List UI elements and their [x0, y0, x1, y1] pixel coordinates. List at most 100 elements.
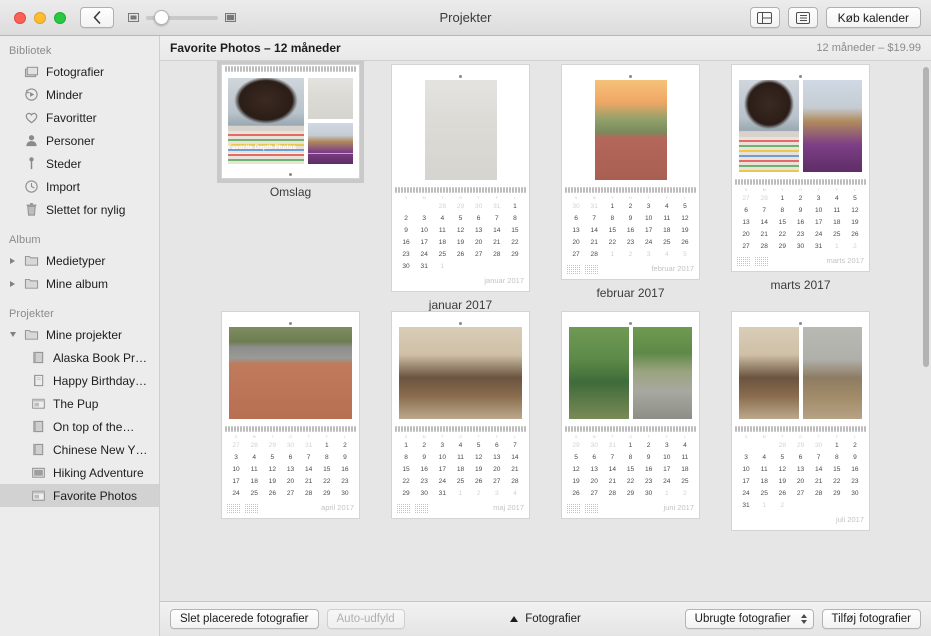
- calendar-day-cell[interactable]: 31: [737, 500, 755, 512]
- calendar-day-cell[interactable]: 4: [658, 201, 676, 213]
- calendar-day-cell[interactable]: 6: [567, 213, 585, 225]
- calendar-day-cell[interactable]: 1: [755, 500, 773, 512]
- calendar-day-cell[interactable]: 24: [737, 488, 755, 500]
- calendar-day-cell[interactable]: 8: [318, 452, 336, 464]
- calendar-day-cell[interactable]: 24: [658, 476, 676, 488]
- calendar-day-cell[interactable]: 11: [245, 464, 263, 476]
- calendar-day-cell[interactable]: 5: [676, 249, 694, 261]
- photo-dog-in-water[interactable]: [632, 327, 692, 419]
- calendar-day-cell[interactable]: 2: [621, 201, 639, 213]
- calendar-day-cell[interactable]: 31: [415, 261, 433, 273]
- calendar-day-cell[interactable]: 4: [245, 452, 263, 464]
- calendar-day-cell[interactable]: 2: [773, 500, 791, 512]
- calendar-day-cell[interactable]: 1: [773, 193, 791, 205]
- photo-dog-in-hood[interactable]: [739, 327, 799, 419]
- calendar-day-cell[interactable]: 2: [846, 440, 864, 452]
- sidebar-item-chinese-new-y[interactable]: Chinese New Y…: [0, 438, 159, 461]
- calendar-day-cell[interactable]: 31: [433, 488, 451, 500]
- calendar-day-cell[interactable]: 26: [470, 476, 488, 488]
- calendar-day-cell[interactable]: 9: [415, 452, 433, 464]
- calendar-day-cell[interactable]: 1: [828, 440, 846, 452]
- calendar-day-cell[interactable]: 29: [791, 440, 809, 452]
- calendar-day-cell[interactable]: 17: [658, 464, 676, 476]
- calendar-day-cell[interactable]: 5: [451, 213, 469, 225]
- calendar-day-cell[interactable]: 1: [397, 440, 415, 452]
- calendar-day-cell[interactable]: 18: [433, 237, 451, 249]
- calendar-day-cell[interactable]: 19: [470, 464, 488, 476]
- calendar-day-cell[interactable]: 4: [676, 440, 694, 452]
- calendar-day-cell[interactable]: 16: [640, 464, 658, 476]
- calendar-day-cell[interactable]: 8: [773, 205, 791, 217]
- calendar-day-cell[interactable]: 10: [810, 205, 828, 217]
- calendar-day-cell[interactable]: 6: [470, 213, 488, 225]
- calendar-page-omslag[interactable]: Favorite Depth Photos Insert a subtitle o…: [222, 65, 359, 178]
- calendar-day-cell[interactable]: 12: [470, 452, 488, 464]
- calendar-day-cell[interactable]: 24: [415, 249, 433, 261]
- add-photos-button[interactable]: Tilføj fotografier: [821, 609, 921, 629]
- calendar-day-cell[interactable]: 3: [640, 249, 658, 261]
- calendar-day-cell[interactable]: 14: [603, 464, 621, 476]
- calendar-day-cell[interactable]: 29: [567, 440, 585, 452]
- calendar-day-cell[interactable]: 8: [621, 452, 639, 464]
- calendar-day-cell[interactable]: 12: [773, 464, 791, 476]
- calendar-day-cell[interactable]: 1: [621, 440, 639, 452]
- cover-caption[interactable]: Favorite Depth Photos Insert a subtitle o…: [228, 145, 353, 160]
- photo-dog-in-hood[interactable]: [399, 327, 522, 419]
- calendar-day-cell[interactable]: 24: [227, 488, 245, 500]
- calendar-day-cell[interactable]: 10: [640, 213, 658, 225]
- calendar-day-cell[interactable]: 13: [567, 225, 585, 237]
- calendar-day-cell[interactable]: 11: [451, 452, 469, 464]
- calendar-day-cell[interactable]: 19: [846, 217, 864, 229]
- calendar-day-cell[interactable]: 30: [585, 440, 603, 452]
- calendar-day-cell[interactable]: 21: [488, 237, 506, 249]
- calendar-day-cell[interactable]: 22: [506, 237, 524, 249]
- calendar-day-cell[interactable]: [791, 500, 809, 512]
- calendar-day-cell[interactable]: 3: [810, 193, 828, 205]
- calendar-day-cell[interactable]: 13: [281, 464, 299, 476]
- photo-dog-with-crown[interactable]: [424, 80, 497, 180]
- sidebar-item-favoritter[interactable]: Favoritter: [0, 106, 159, 129]
- calendar-day-cell[interactable]: 26: [451, 249, 469, 261]
- photo-dog-sunset-bench[interactable]: [594, 80, 667, 180]
- calendar-day-cell[interactable]: 30: [336, 488, 354, 500]
- autofill-button[interactable]: Auto-udfyld: [326, 609, 405, 629]
- sidebar-item-fotografier[interactable]: Fotografier: [0, 60, 159, 83]
- calendar-day-cell[interactable]: 28: [755, 193, 773, 205]
- calendar-day-cell[interactable]: 9: [791, 205, 809, 217]
- calendar-day-cell[interactable]: 9: [397, 225, 415, 237]
- calendar-day-cell[interactable]: 11: [433, 225, 451, 237]
- calendar-day-cell[interactable]: 4: [828, 193, 846, 205]
- calendar-day-cell[interactable]: [506, 261, 524, 273]
- calendar-day-cell[interactable]: 7: [506, 440, 524, 452]
- calendar-day-cell[interactable]: 20: [567, 237, 585, 249]
- calendar-day-cell[interactable]: 7: [585, 213, 603, 225]
- calendar-day-cell[interactable]: 23: [621, 237, 639, 249]
- calendar-day-cell[interactable]: 31: [810, 241, 828, 253]
- calendar-day-cell[interactable]: 29: [621, 488, 639, 500]
- calendar-day-cell[interactable]: 28: [488, 249, 506, 261]
- calendar-day-cell[interactable]: 7: [300, 452, 318, 464]
- calendar-day-cell[interactable]: 8: [397, 452, 415, 464]
- calendar-page-januar-2017[interactable]: SMTOTFL 28 29 30 31 1 2 3 4 5 6 7 8 9 10 11 12 13 14 15 16 1…: [392, 65, 529, 291]
- calendar-day-cell[interactable]: 27: [281, 488, 299, 500]
- calendar-day-cell[interactable]: 6: [488, 440, 506, 452]
- calendar-page-februar-2017[interactable]: S M T O T F L 30 31 1 2 3 4 5 6 7 8 9 10 11 12 13 14 15 16 17 18 19…: [562, 65, 699, 279]
- calendar-page-maj-2017[interactable]: S M T O T F L 1 2 3 4 5 6 7 8 9 10 11 12 13 14 15 16 17 18 19 20 21…: [392, 312, 529, 518]
- calendar-day-cell[interactable]: 20: [791, 476, 809, 488]
- calendar-day-cell[interactable]: 24: [640, 237, 658, 249]
- photo-curly-hair-woman[interactable]: [739, 80, 799, 172]
- calendar-day-cell[interactable]: 28: [810, 488, 828, 500]
- calendar-day-cell[interactable]: 21: [755, 229, 773, 241]
- calendar-day-cell[interactable]: [810, 500, 828, 512]
- close-window-button[interactable]: [14, 11, 26, 24]
- calendar-day-cell[interactable]: 5: [846, 193, 864, 205]
- calendar-day-cell[interactable]: 26: [846, 229, 864, 241]
- calendar-day-cell[interactable]: 28: [433, 201, 451, 213]
- calendar-day-cell[interactable]: 30: [791, 241, 809, 253]
- calendar-day-cell[interactable]: 30: [846, 488, 864, 500]
- calendar-day-cell[interactable]: 23: [846, 476, 864, 488]
- slider-knob[interactable]: [154, 9, 169, 25]
- calendar-day-cell[interactable]: 1: [433, 261, 451, 273]
- calendar-day-cell[interactable]: 2: [676, 488, 694, 500]
- calendar-day-cell[interactable]: 1: [658, 488, 676, 500]
